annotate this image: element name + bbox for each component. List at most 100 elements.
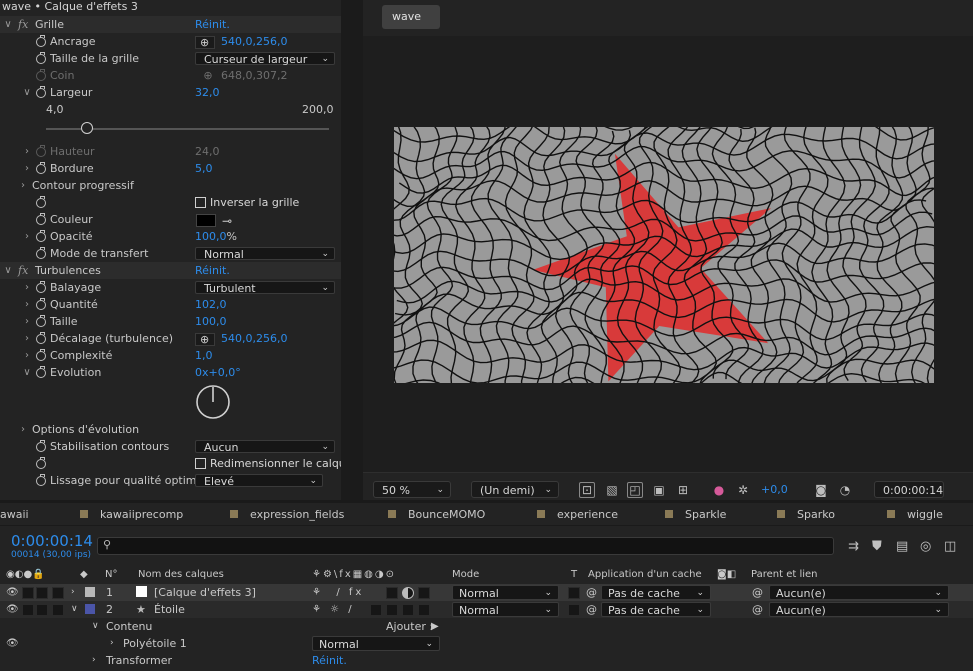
comp-tab-6[interactable]: Sparko: [777, 507, 835, 523]
stopwatch-icon[interactable]: [36, 281, 47, 293]
pickwhip-icon[interactable]: @: [752, 584, 763, 601]
prop-value[interactable]: 100,0: [195, 313, 227, 330]
redimensionner-checkbox[interactable]: [195, 457, 206, 469]
chevron-right-icon[interactable]: ›: [22, 143, 32, 160]
fx-icon[interactable]: fx: [18, 262, 28, 279]
transparency-grid-icon[interactable]: ▧: [604, 482, 620, 498]
stopwatch-icon[interactable]: [36, 213, 47, 225]
effect-grille-header[interactable]: ∨ fx Grille Réinit.: [0, 16, 341, 33]
eye-icon[interactable]: 👁: [6, 584, 19, 601]
reset-link[interactable]: Réinit.: [312, 652, 347, 669]
group-options-evolution[interactable]: › Options d'évolution: [0, 421, 341, 438]
comp-tab-4[interactable]: experience: [537, 507, 618, 523]
label-color-swatch[interactable]: [85, 604, 95, 614]
fx-icon[interactable]: fx: [18, 16, 28, 33]
crosshair-icon[interactable]: [195, 34, 215, 51]
graph-editor-icon[interactable]: ◫: [944, 539, 956, 554]
stopwatch-icon[interactable]: [36, 162, 47, 174]
grid-guides-icon[interactable]: ⊞: [675, 482, 691, 498]
label-color-swatch[interactable]: [85, 587, 95, 597]
stabilisation-dropdown[interactable]: Aucun ⌄: [195, 440, 335, 454]
inverser-checkbox[interactable]: [195, 196, 206, 208]
stopwatch-icon[interactable]: [36, 315, 47, 327]
preserve-transparency-toggle[interactable]: [568, 604, 580, 616]
track-matte-dropdown[interactable]: Pas de cache ⌄: [601, 585, 711, 600]
chevron-down-icon[interactable]: ∨: [92, 618, 99, 635]
prop-value[interactable]: 102,0: [195, 296, 227, 313]
group-contour[interactable]: › Contour progressif: [0, 177, 341, 194]
mask-visibility-icon[interactable]: ◰: [627, 482, 643, 498]
chevron-right-icon[interactable]: ›: [22, 160, 32, 177]
layer-mode-dropdown[interactable]: Normal ⌄: [452, 585, 559, 600]
spiral-icon[interactable]: @: [586, 601, 597, 618]
composition-frame[interactable]: [394, 127, 934, 383]
chevron-down-icon[interactable]: ∨: [22, 84, 32, 101]
chevron-right-icon[interactable]: ›: [22, 347, 32, 364]
composition-flowchart-icon[interactable]: ⇉: [848, 539, 859, 554]
solo-toggle[interactable]: [36, 587, 48, 599]
comp-tab-0[interactable]: awaii: [0, 507, 29, 523]
solo-toggle[interactable]: [36, 604, 48, 616]
col-name[interactable]: Nom des calques: [138, 567, 224, 583]
prop-value[interactable]: 32,0: [195, 84, 220, 101]
lissage-dropdown[interactable]: Elevé ⌄: [195, 474, 323, 488]
stopwatch-icon[interactable]: [36, 196, 47, 208]
chevron-right-icon[interactable]: ›: [71, 584, 75, 601]
chevron-down-icon[interactable]: ∨: [71, 601, 78, 618]
add-menu-icon[interactable]: ▶: [431, 618, 439, 635]
stopwatch-icon[interactable]: [36, 230, 47, 242]
eye-icon[interactable]: 👁: [6, 635, 19, 652]
zoom-dropdown[interactable]: 50 % ⌄: [373, 481, 451, 498]
layer-mode-dropdown[interactable]: Normal ⌄: [452, 602, 559, 617]
stopwatch-icon[interactable]: [36, 35, 47, 47]
chevron-down-icon[interactable]: ∨: [3, 262, 13, 279]
transform-row[interactable]: › Transformer Réinit.: [0, 652, 973, 669]
adjustment-switch-icon[interactable]: [402, 587, 414, 599]
polystar-mode-dropdown[interactable]: Normal ⌄: [312, 636, 440, 651]
prop-value[interactable]: 0x+0,0°: [195, 364, 241, 381]
switch-box[interactable]: [386, 587, 398, 599]
comp-tab-3[interactable]: BounceMOMO: [388, 507, 485, 523]
effect-turbulences-header[interactable]: ∨ fx Turbulences Réinit.: [0, 262, 341, 279]
stopwatch-icon[interactable]: [36, 349, 47, 361]
camera-icon[interactable]: ◙: [813, 482, 829, 498]
chevron-right-icon[interactable]: ›: [110, 635, 114, 652]
switch-box[interactable]: [402, 604, 414, 616]
layer-row[interactable]: 👁 ∨ 2 ★ Étoile ⚘ ☼ / Normal ⌄ @ Pas de ca…: [0, 601, 973, 618]
switch-box[interactable]: [370, 604, 382, 616]
chevron-right-icon[interactable]: ›: [22, 279, 32, 296]
chevron-right-icon[interactable]: ›: [22, 330, 32, 347]
timeline-timecode[interactable]: 0:00:00:14: [11, 532, 93, 550]
add-label[interactable]: Ajouter :: [386, 618, 433, 635]
fast-preview-icon[interactable]: ⊡: [579, 482, 595, 498]
checkbox-label[interactable]: Inverser la grille: [210, 196, 299, 209]
reset-link[interactable]: Réinit.: [195, 262, 230, 279]
mode-transfert-dropdown[interactable]: Normal ⌄: [195, 247, 335, 261]
prop-value[interactable]: 5,0: [195, 160, 213, 177]
chevron-right-icon[interactable]: ›: [18, 421, 28, 438]
chevron-right-icon[interactable]: ›: [18, 177, 28, 194]
layer-search-input[interactable]: ⚲: [97, 537, 834, 555]
stopwatch-icon[interactable]: [36, 440, 47, 452]
prop-value[interactable]: 1,0: [195, 347, 213, 364]
chevron-right-icon[interactable]: ›: [22, 296, 32, 313]
layer-switches[interactable]: ⚘ / fx: [312, 584, 364, 601]
prop-value[interactable]: 100,0: [195, 230, 227, 243]
polystar-row[interactable]: 👁 › Polyétoile 1 Normal ⌄: [0, 635, 973, 652]
show-snapshot-icon[interactable]: ◔: [837, 482, 853, 498]
stopwatch-icon[interactable]: [36, 298, 47, 310]
comp-tab-2[interactable]: expression_fields: [230, 507, 344, 523]
stopwatch-icon[interactable]: [36, 86, 47, 98]
switch-box[interactable]: [386, 604, 398, 616]
current-time-display[interactable]: 0:00:00:14: [874, 481, 944, 498]
motion-blur-icon[interactable]: ◎: [920, 539, 931, 554]
chevron-right-icon[interactable]: ›: [92, 652, 96, 669]
comp-tab-5[interactable]: Sparkle: [665, 507, 726, 523]
prop-value[interactable]: 540,0,256,0: [221, 35, 287, 48]
parent-dropdown[interactable]: Aucun(e) ⌄: [769, 602, 949, 617]
stopwatch-icon[interactable]: [36, 457, 47, 469]
layer-name[interactable]: [Calque d'effets 3]: [154, 584, 256, 601]
chevron-down-icon[interactable]: ∨: [3, 16, 13, 33]
balayage-dropdown[interactable]: Turbulent ⌄: [195, 281, 335, 295]
comp-tab-7[interactable]: wiggle: [887, 507, 943, 523]
